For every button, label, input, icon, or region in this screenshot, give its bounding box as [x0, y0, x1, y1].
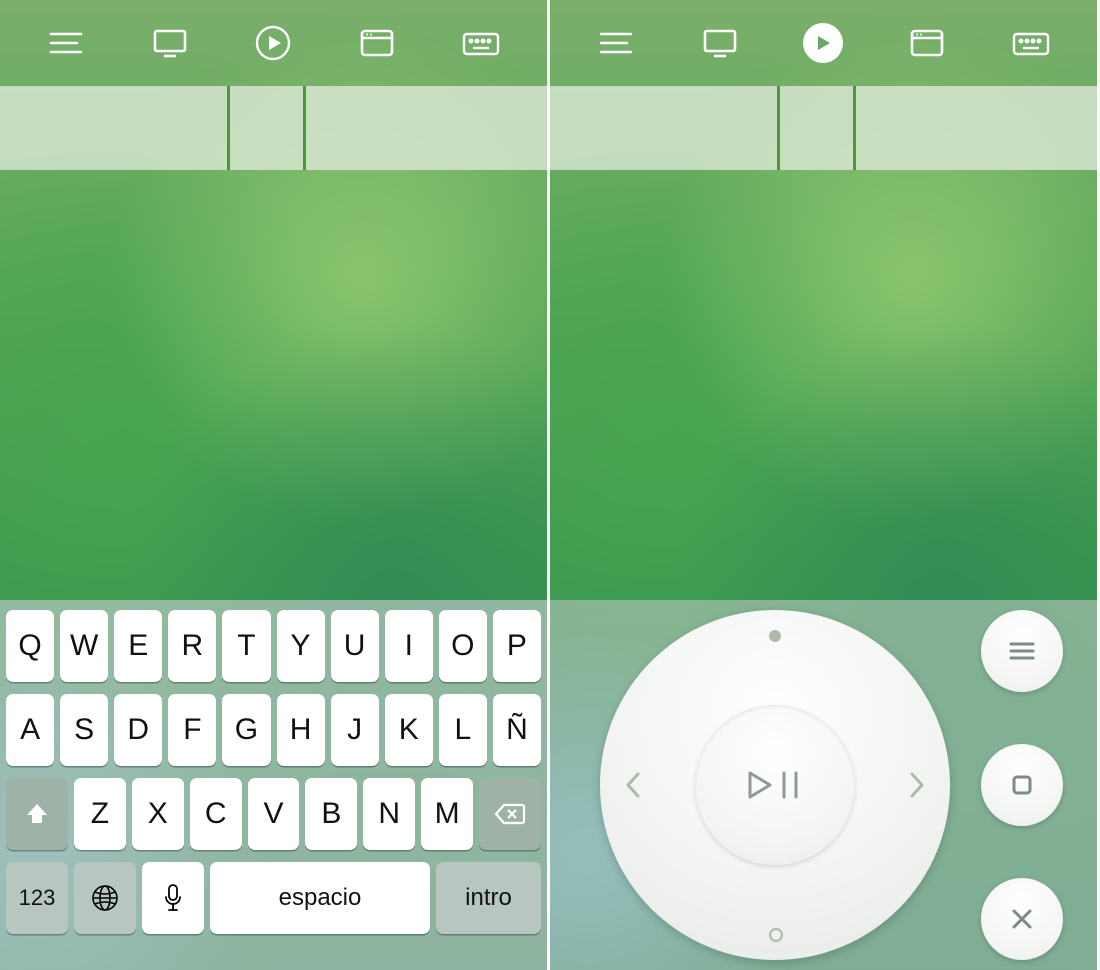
dial-down-indicator[interactable]: [769, 928, 783, 942]
top-toolbar: [550, 0, 1097, 86]
key-b[interactable]: B: [305, 778, 357, 850]
onscreen-keyboard: Q W E R T Y U I O P A S D F G H J K L Ñ: [0, 600, 547, 970]
key-enye[interactable]: Ñ: [493, 694, 541, 766]
stop-button[interactable]: [981, 744, 1063, 826]
return-key[interactable]: intro: [436, 862, 541, 934]
key-f[interactable]: F: [168, 694, 216, 766]
key-t[interactable]: T: [222, 610, 270, 682]
key-e[interactable]: E: [114, 610, 162, 682]
key-a[interactable]: A: [6, 694, 54, 766]
backspace-key[interactable]: [479, 778, 541, 850]
keyboard-row-3: Z X C V B N M: [3, 778, 544, 850]
monitor-icon[interactable]: [700, 23, 740, 63]
segment-3[interactable]: [306, 86, 547, 170]
key-l[interactable]: L: [439, 694, 487, 766]
key-v[interactable]: V: [248, 778, 300, 850]
key-d[interactable]: D: [114, 694, 162, 766]
top-toolbar: [0, 0, 547, 86]
key-s[interactable]: S: [60, 694, 108, 766]
key-y[interactable]: Y: [277, 610, 325, 682]
keyboard-icon[interactable]: [1011, 23, 1051, 63]
key-p[interactable]: P: [493, 610, 541, 682]
key-m[interactable]: M: [421, 778, 473, 850]
menu-icon[interactable]: [596, 23, 636, 63]
menu-icon[interactable]: [46, 23, 86, 63]
key-q[interactable]: Q: [6, 610, 54, 682]
key-i[interactable]: I: [385, 610, 433, 682]
key-g[interactable]: G: [222, 694, 270, 766]
segment-bar: [0, 86, 547, 170]
dial-right-chevron-icon[interactable]: [906, 770, 928, 805]
remote-control-screen: [550, 0, 1100, 970]
key-r[interactable]: R: [168, 610, 216, 682]
segment-2[interactable]: [230, 86, 307, 170]
segment-2[interactable]: [780, 86, 857, 170]
play-icon-active: [803, 23, 843, 63]
key-j[interactable]: J: [331, 694, 379, 766]
segment-bar: [550, 86, 1097, 170]
key-x[interactable]: X: [132, 778, 184, 850]
key-k[interactable]: K: [385, 694, 433, 766]
play-icon[interactable]: [253, 23, 293, 63]
key-u[interactable]: U: [331, 610, 379, 682]
segment-3[interactable]: [856, 86, 1097, 170]
window-icon[interactable]: [357, 23, 397, 63]
key-h[interactable]: H: [277, 694, 325, 766]
dial-left-chevron-icon[interactable]: [622, 770, 644, 805]
play-pause-button[interactable]: [695, 705, 855, 865]
keyboard-row-2: A S D F G H J K L Ñ: [3, 694, 544, 766]
remote-keyboard-screen: Q W E R T Y U I O P A S D F G H J K L Ñ: [0, 0, 550, 970]
key-c[interactable]: C: [190, 778, 242, 850]
remote-side-buttons: [979, 610, 1065, 960]
key-w[interactable]: W: [60, 610, 108, 682]
key-n[interactable]: N: [363, 778, 415, 850]
keyboard-icon[interactable]: [461, 23, 501, 63]
segment-1[interactable]: [0, 86, 230, 170]
dictation-key[interactable]: [142, 862, 204, 934]
window-icon[interactable]: [907, 23, 947, 63]
dial-up-indicator[interactable]: [769, 630, 781, 642]
list-button[interactable]: [981, 610, 1063, 692]
numeric-key[interactable]: 123: [6, 862, 68, 934]
close-button[interactable]: [981, 878, 1063, 960]
remote-pad: [550, 600, 1097, 970]
shift-key[interactable]: [6, 778, 68, 850]
segment-1[interactable]: [550, 86, 780, 170]
content-area: [550, 170, 1097, 600]
globe-key[interactable]: [74, 862, 136, 934]
key-z[interactable]: Z: [74, 778, 126, 850]
content-area: [0, 170, 547, 600]
keyboard-row-4: 123 espacio intro: [3, 862, 544, 934]
keyboard-row-1: Q W E R T Y U I O P: [3, 610, 544, 682]
monitor-icon[interactable]: [150, 23, 190, 63]
space-key[interactable]: espacio: [210, 862, 430, 934]
key-o[interactable]: O: [439, 610, 487, 682]
direction-dial: [600, 610, 950, 960]
play-icon[interactable]: [803, 23, 843, 63]
